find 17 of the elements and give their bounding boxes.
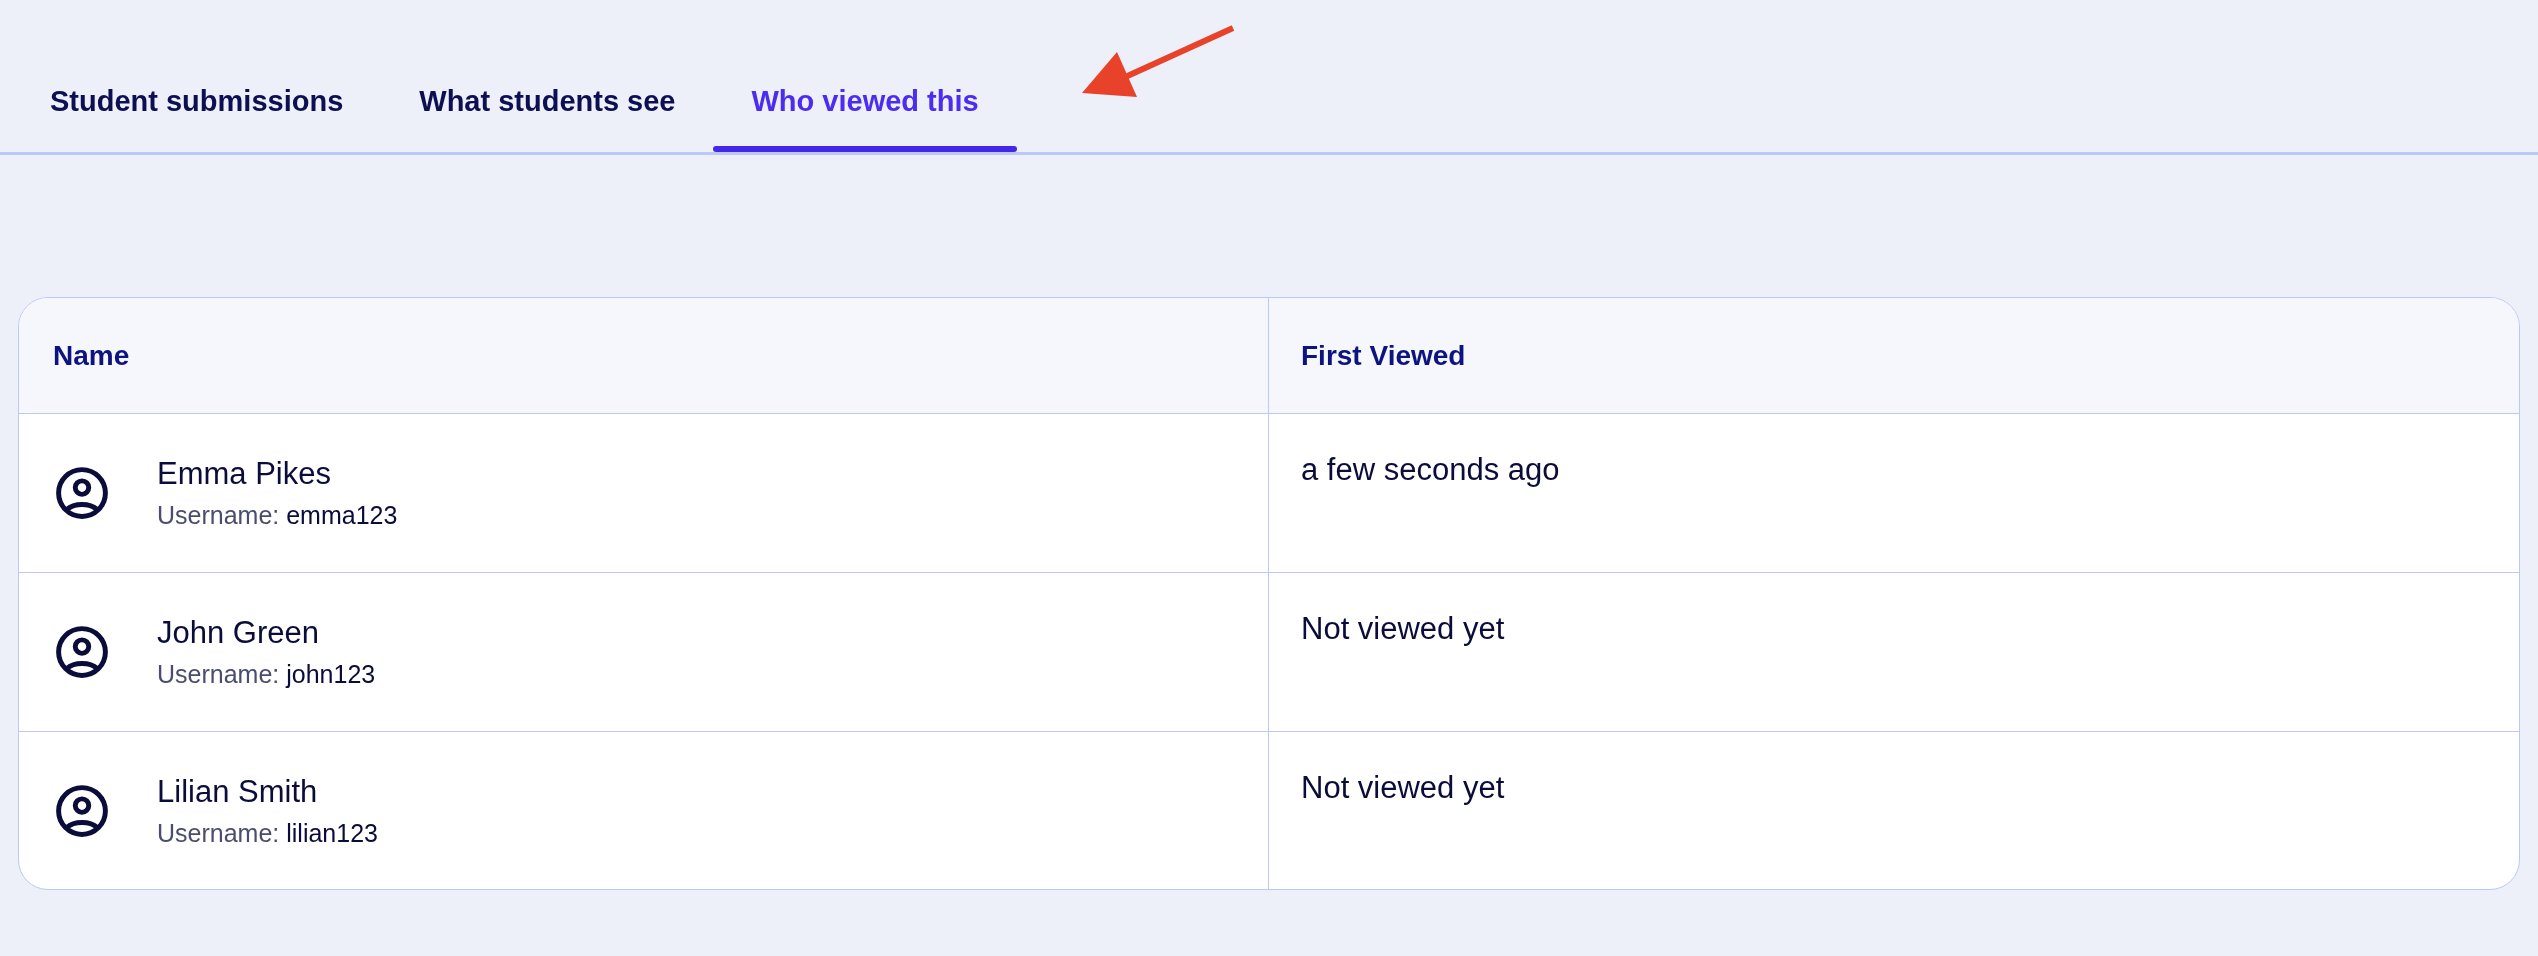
user-circle-icon — [55, 625, 109, 679]
username-text: Username: emma123 — [157, 500, 398, 530]
tab[interactable]: What students see — [381, 84, 714, 152]
tab[interactable]: Who viewed this — [713, 84, 1017, 152]
username-text: Username: john123 — [157, 659, 376, 689]
student-name: Lilian Smith — [157, 773, 319, 810]
username-text: Username: lilian123 — [157, 817, 378, 848]
tab[interactable]: Student submissions — [12, 84, 382, 152]
first-viewed-text: Not viewed yet — [1301, 611, 1505, 646]
user-circle-icon — [55, 466, 109, 520]
column-header: First Viewed — [1301, 338, 1466, 373]
student-name: Emma Pikes — [157, 456, 332, 492]
column-header: Name — [53, 338, 130, 373]
first-viewed-text: a few seconds ago — [1301, 452, 1560, 487]
first-viewed-text: Not viewed yet — [1301, 770, 1505, 805]
student-name: John Green — [157, 615, 320, 651]
user-circle-icon — [55, 783, 109, 838]
